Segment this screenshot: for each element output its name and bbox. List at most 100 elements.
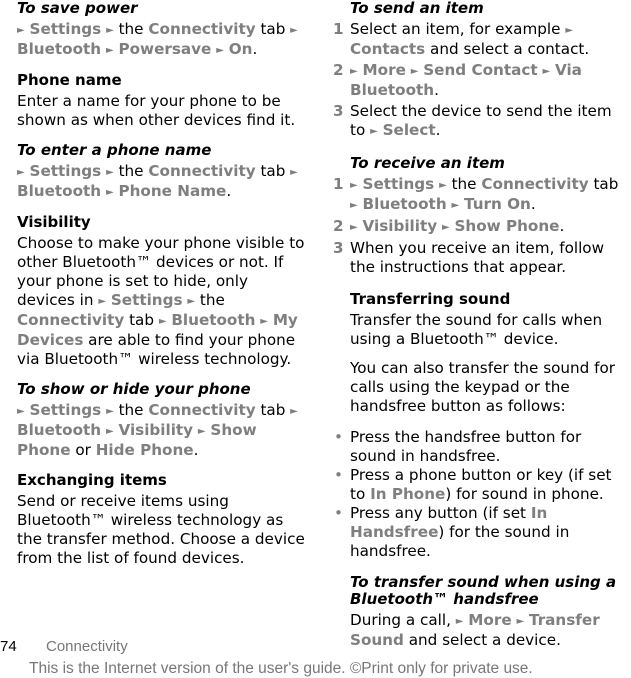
arrow-icon: ► bbox=[455, 616, 464, 627]
arrow-icon: ► bbox=[370, 126, 378, 137]
period: . bbox=[434, 81, 439, 99]
receive-item-steps: 1 ► Settings ► the Connectivity tab ► Bl… bbox=[333, 175, 630, 277]
menu-turn-on: Turn On bbox=[464, 195, 531, 213]
menu-more: More bbox=[362, 61, 406, 79]
enter-phone-name-path: ► Settings ► the Connectivity tab ► Blue… bbox=[17, 162, 307, 202]
step-number: 1 bbox=[333, 20, 344, 38]
step-text: and select a contact. bbox=[425, 40, 590, 58]
text-the: the bbox=[199, 291, 225, 309]
text-tab: tab bbox=[129, 311, 154, 329]
menu-show-phone: Show Phone bbox=[454, 217, 560, 235]
arrow-icon: ► bbox=[350, 180, 358, 191]
arrow-icon: ► bbox=[187, 296, 196, 307]
menu-select: Select bbox=[382, 121, 436, 139]
menu-settings: Settings bbox=[29, 162, 102, 180]
menu-connectivity: Connectivity bbox=[17, 311, 125, 329]
transferring-text-1: Transfer the sound for calls when using … bbox=[350, 311, 603, 348]
menu-visibility: Visibility bbox=[362, 217, 438, 235]
arrow-icon: ► bbox=[441, 222, 450, 233]
menu-settings: Settings bbox=[29, 401, 102, 419]
bullet-text: ) for sound in phone. bbox=[445, 485, 604, 503]
right-column: To send an item 1 Select an item, for ex… bbox=[333, 0, 630, 650]
transfer-text: and select a device. bbox=[403, 631, 561, 649]
text-tab: tab bbox=[260, 401, 286, 419]
menu-connectivity: Connectivity bbox=[481, 175, 589, 193]
arrow-icon: ► bbox=[439, 180, 447, 191]
arrow-icon: ► bbox=[105, 187, 114, 198]
arrow-icon: ► bbox=[105, 45, 114, 56]
bullet-icon: • bbox=[334, 428, 343, 446]
menu-connectivity: Connectivity bbox=[148, 401, 256, 419]
heading-show-hide-phone: To show or hide your phone bbox=[17, 380, 251, 398]
heading-transferring-sound: Transferring sound bbox=[350, 290, 511, 308]
heading-enter-phone-name: To enter a phone name bbox=[17, 141, 212, 159]
bullet-icon: • bbox=[334, 466, 343, 484]
arrow-icon: ► bbox=[106, 406, 114, 417]
bullet-icon: • bbox=[334, 504, 343, 522]
transfer-handsfree-text: During a call, ► More ► Transfer Sound a… bbox=[350, 611, 630, 650]
menu-contacts: Contacts bbox=[350, 40, 426, 58]
menu-bluetooth: Bluetooth bbox=[171, 311, 256, 329]
phone-name-text: Enter a name for your phone to be shown … bbox=[17, 92, 296, 129]
menu-connectivity: Connectivity bbox=[148, 162, 256, 180]
save-power-path: ► Settings ► the Connectivity tab ► Blue… bbox=[17, 20, 307, 60]
step-number: 2 bbox=[333, 61, 344, 79]
show-hide-path: ► Settings ► the Connectivity tab ► Blue… bbox=[17, 401, 307, 460]
arrow-icon: ► bbox=[410, 66, 419, 77]
menu-settings: Settings bbox=[110, 291, 183, 309]
menu-visibility: Visibility bbox=[118, 421, 194, 439]
arrow-icon: ► bbox=[197, 426, 206, 437]
step-item: 1 Select an item, for example ► Contacts… bbox=[333, 20, 630, 59]
menu-more: More bbox=[468, 611, 512, 629]
menu-hide-phone: Hide Phone bbox=[95, 441, 194, 459]
arrow-icon: ► bbox=[216, 45, 224, 56]
menu-send-contact: Send Contact bbox=[423, 61, 538, 79]
transfer-text: During a call, bbox=[350, 611, 456, 629]
period: . bbox=[559, 217, 565, 235]
arrow-icon: ► bbox=[290, 406, 298, 417]
arrow-icon: ► bbox=[350, 200, 358, 211]
text-tab: tab bbox=[260, 20, 286, 38]
arrow-icon: ► bbox=[290, 167, 298, 178]
section-title: Connectivity bbox=[46, 638, 128, 655]
step-number: 2 bbox=[333, 217, 344, 235]
exchanging-text: Send or receive items using Bluetooth™ w… bbox=[17, 492, 305, 567]
arrow-icon: ► bbox=[158, 316, 167, 327]
text-tab: tab bbox=[260, 162, 286, 180]
period: . bbox=[252, 40, 258, 58]
step-item: 2 ► More ► Send Contact ► Via Bluetooth. bbox=[333, 61, 630, 100]
text-tab: tab bbox=[593, 175, 619, 193]
page-number: 74 bbox=[0, 638, 17, 655]
period: . bbox=[435, 121, 441, 139]
menu-phone-name: Phone Name bbox=[118, 182, 227, 200]
arrow-icon: ► bbox=[542, 66, 551, 77]
send-item-steps: 1 Select an item, for example ► Contacts… bbox=[333, 20, 630, 141]
arrow-icon: ► bbox=[565, 25, 574, 36]
bullet-item: • Press any button (if set In Handsfree)… bbox=[334, 504, 630, 561]
period: . bbox=[193, 441, 199, 459]
period: . bbox=[530, 195, 536, 213]
bullet-item: • Press the handsfree button for sound i… bbox=[334, 428, 630, 466]
heading-visibility: Visibility bbox=[17, 213, 91, 231]
menu-bluetooth: Bluetooth bbox=[362, 195, 447, 213]
arrow-icon: ► bbox=[105, 426, 114, 437]
transferring-bullets: • Press the handsfree button for sound i… bbox=[334, 428, 630, 561]
footer-note: This is the Internet version of the user… bbox=[29, 660, 533, 677]
bullet-item: • Press a phone button or key (if set to… bbox=[334, 466, 630, 504]
menu-settings: Settings bbox=[362, 175, 435, 193]
step-number: 3 bbox=[333, 102, 344, 120]
arrow-icon: ► bbox=[290, 25, 298, 36]
menu-bluetooth: Bluetooth bbox=[17, 421, 102, 439]
step-item: 2 ► Visibility ► Show Phone. bbox=[333, 217, 630, 237]
arrow-icon: ► bbox=[350, 66, 358, 77]
arrow-icon: ► bbox=[106, 25, 114, 36]
arrow-icon: ► bbox=[17, 25, 25, 36]
step-number: 1 bbox=[333, 175, 344, 193]
heading-transfer-handsfree: To transfer sound when using a Bluetooth… bbox=[350, 573, 617, 608]
text-the: the bbox=[118, 20, 144, 38]
bullet-text: Press any button (if set bbox=[350, 504, 531, 522]
text-the: the bbox=[118, 162, 144, 180]
arrow-icon: ► bbox=[260, 316, 268, 327]
menu-on: On bbox=[228, 40, 253, 58]
period: . bbox=[226, 182, 232, 200]
